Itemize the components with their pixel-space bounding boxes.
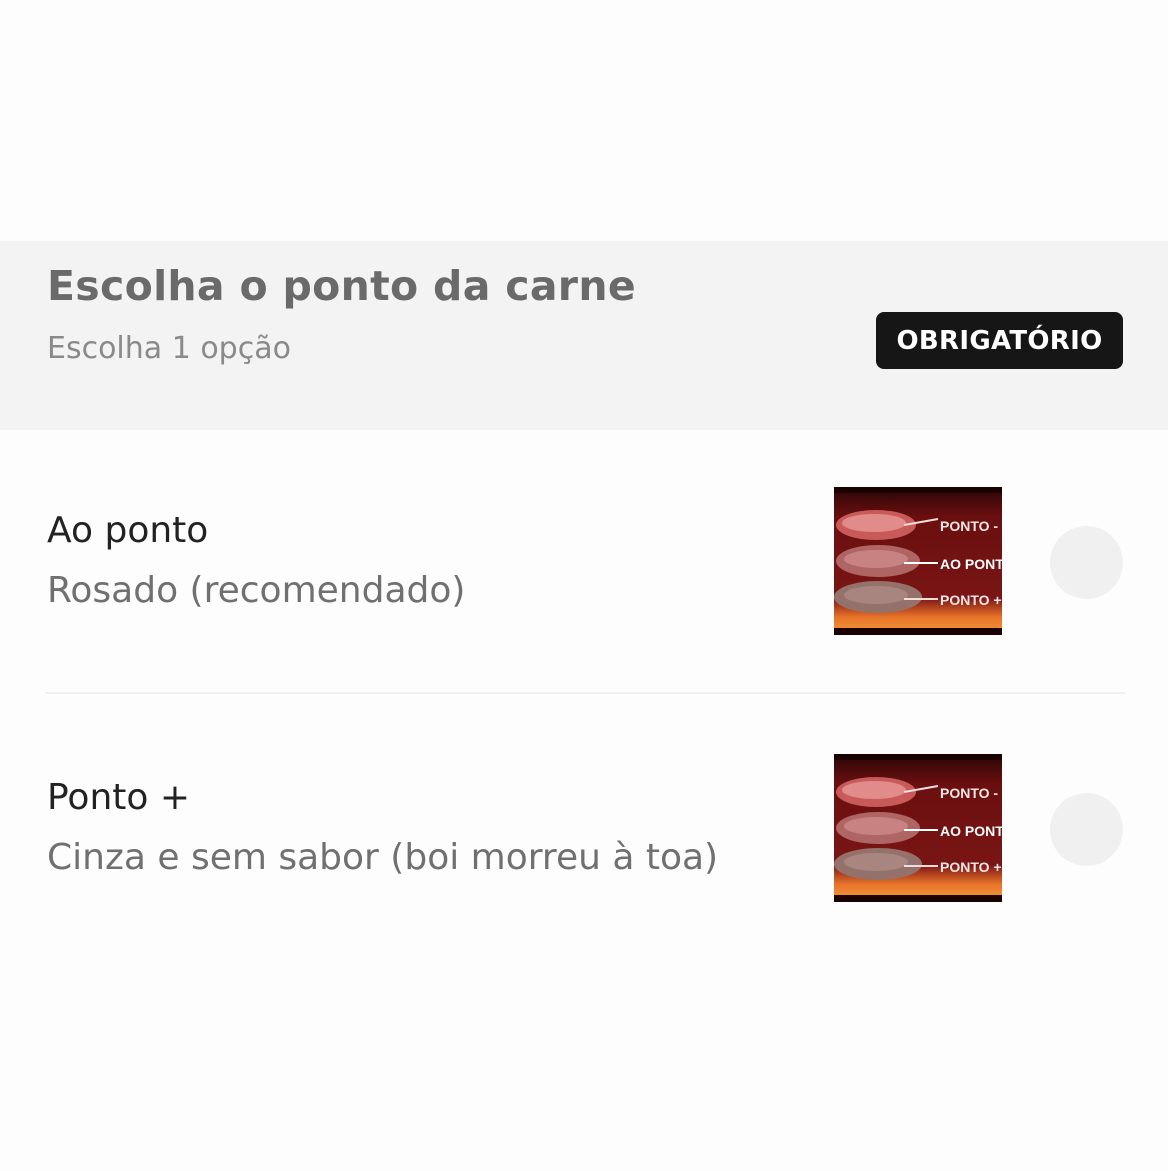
option-ao-ponto[interactable]: Ao ponto Rosado (recomendado) PONTO - AO…	[0, 460, 1168, 660]
option-description: Rosado (recomendado)	[47, 570, 466, 611]
option-ponto-mais[interactable]: Ponto + Cinza e sem sabor (boi morreu à …	[0, 727, 1168, 927]
thumb-label-ao-ponto: AO PONTO	[940, 556, 1002, 572]
thumb-label-ponto-mais: PONTO +	[940, 592, 1002, 608]
section-title: Escolha o ponto da carne	[47, 262, 636, 310]
divider	[45, 692, 1125, 694]
meat-doneness-thumbnail: PONTO - AO PONTO PONTO +	[834, 487, 1002, 635]
meat-doneness-thumbnail: PONTO - AO PONTO PONTO +	[834, 754, 1002, 902]
radio-button[interactable]	[1050, 526, 1123, 599]
thumb-label-ponto-mais: PONTO +	[940, 859, 1002, 875]
required-badge: OBRIGATÓRIO	[876, 312, 1123, 369]
option-name: Ponto +	[47, 777, 191, 818]
thumb-label-ao-ponto: AO PONTO	[940, 823, 1002, 839]
section-subtitle: Escolha 1 opção	[47, 331, 291, 366]
radio-button[interactable]	[1050, 793, 1123, 866]
thumb-label-ponto-menos: PONTO -	[940, 518, 998, 534]
thumb-label-ponto-menos: PONTO -	[940, 785, 998, 801]
option-name: Ao ponto	[47, 510, 209, 551]
option-description: Cinza e sem sabor (boi morreu à toa)	[47, 837, 719, 878]
